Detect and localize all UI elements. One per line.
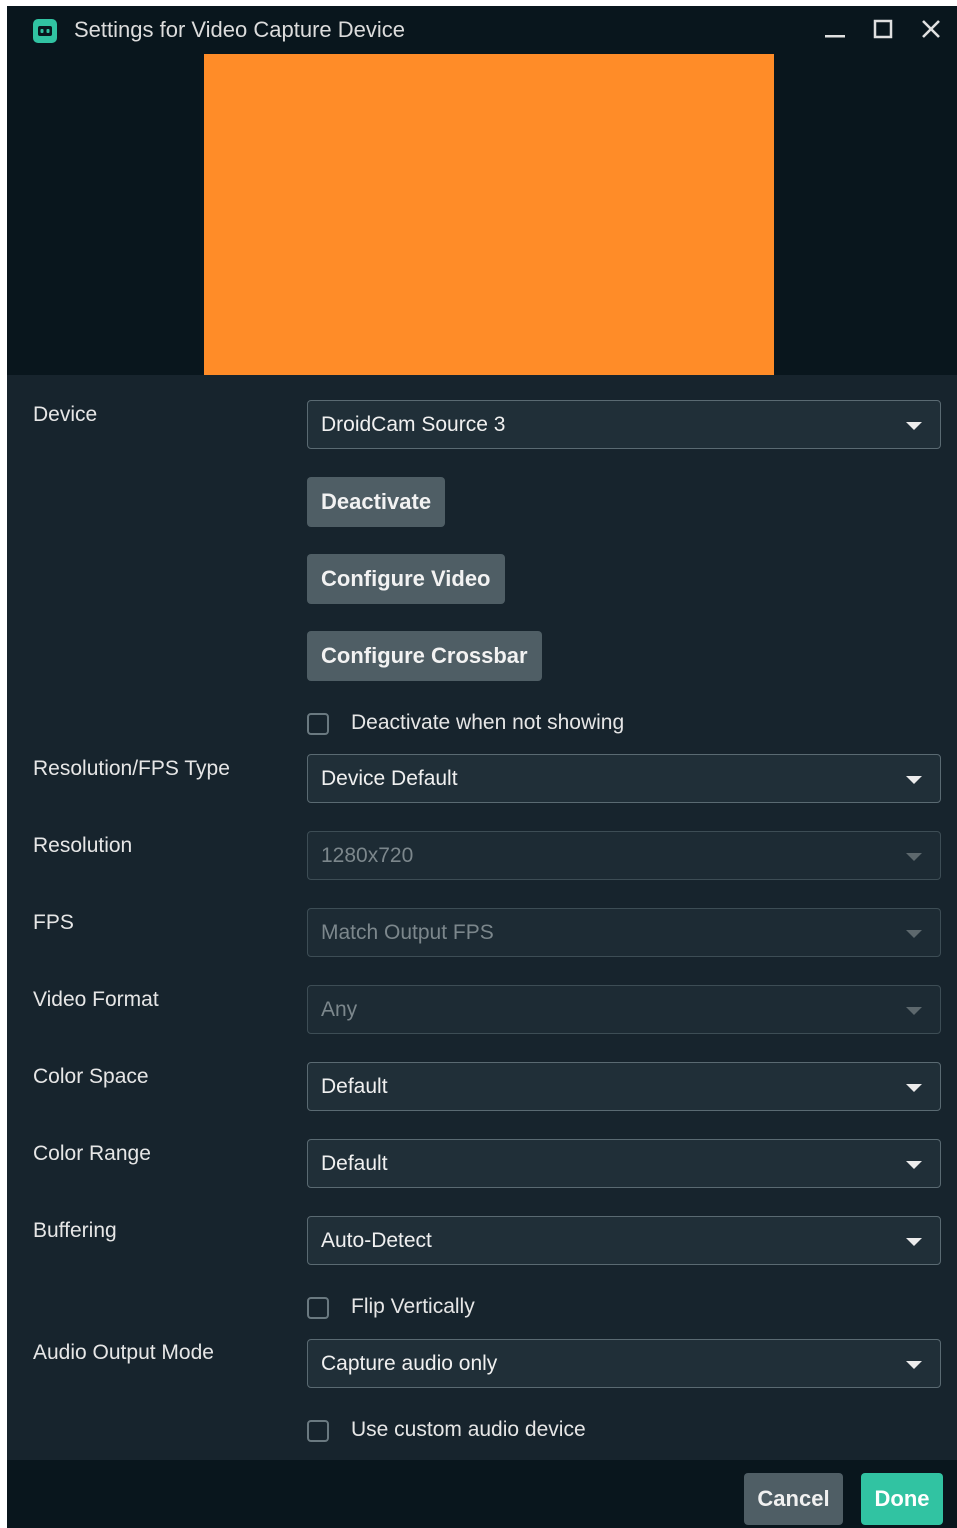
checkbox-box[interactable] [307, 1297, 329, 1319]
color-range-label: Color Range [33, 1142, 151, 1165]
cancel-button[interactable]: Cancel [744, 1473, 843, 1525]
video-format-label: Video Format [33, 988, 159, 1011]
chevron-down-icon [906, 422, 922, 430]
window-title: Settings for Video Capture Device [74, 17, 405, 42]
settings-window: Settings for Video Capture Device Device… [7, 6, 957, 1528]
chevron-down-icon [906, 1161, 922, 1169]
checkbox-box[interactable] [307, 1420, 329, 1442]
minimize-button[interactable] [819, 14, 851, 46]
color-space-label: Color Space [33, 1065, 149, 1088]
source-preview [7, 54, 957, 375]
buffering-select[interactable]: Auto-Detect [307, 1216, 941, 1265]
streamlabs-app-icon [33, 19, 57, 43]
chevron-down-icon [906, 853, 922, 861]
checkbox-box[interactable] [307, 713, 329, 735]
maximize-button[interactable] [867, 14, 899, 46]
resolution-fps-type-label: Resolution/FPS Type [33, 757, 230, 780]
device-label: Device [33, 403, 98, 426]
color-range-select[interactable]: Default [307, 1139, 941, 1188]
color-space-select[interactable]: Default [307, 1062, 941, 1111]
close-button[interactable] [915, 14, 947, 46]
fps-value: Match Output FPS [321, 921, 494, 944]
resolution-label: Resolution [33, 834, 133, 857]
resolution-fps-type-value: Device Default [321, 767, 458, 790]
color-range-value: Default [321, 1152, 388, 1175]
minimize-icon [825, 35, 845, 38]
chevron-down-icon [906, 1007, 922, 1015]
fps-select: Match Output FPS [307, 908, 941, 957]
checkbox-label: Use custom audio device [351, 1418, 586, 1441]
color-space-value: Default [321, 1075, 388, 1098]
resolution-value: 1280x720 [321, 844, 414, 867]
title-bar[interactable]: Settings for Video Capture Device [7, 6, 957, 54]
resolution-fps-type-select[interactable]: Device Default [307, 754, 941, 803]
chevron-down-icon [906, 930, 922, 938]
chevron-down-icon [906, 776, 922, 784]
configure-crossbar-button[interactable]: Configure Crossbar [307, 631, 542, 681]
buffering-label: Buffering [33, 1219, 117, 1242]
checkbox-label: Flip Vertically [351, 1295, 475, 1318]
configure-video-button[interactable]: Configure Video [307, 554, 505, 604]
audio-output-mode-value: Capture audio only [321, 1352, 498, 1375]
fps-label: FPS [33, 911, 74, 934]
done-button[interactable]: Done [861, 1473, 943, 1525]
buffering-value: Auto-Detect [321, 1229, 432, 1252]
video-format-value: Any [321, 998, 358, 1021]
chevron-down-icon [906, 1361, 922, 1369]
checkbox-label: Deactivate when not showing [351, 711, 625, 734]
maximize-icon [873, 19, 893, 39]
audio-output-mode-label: Audio Output Mode [33, 1341, 214, 1364]
close-icon [922, 20, 940, 38]
chevron-down-icon [906, 1084, 922, 1092]
resolution-select: 1280x720 [307, 831, 941, 880]
dialog-footer: Cancel Done [7, 1460, 957, 1528]
deactivate-button[interactable]: Deactivate [307, 477, 446, 527]
preview-frame [204, 54, 774, 375]
audio-output-mode-select[interactable]: Capture audio only [307, 1339, 941, 1388]
chevron-down-icon [906, 1238, 922, 1246]
device-select-value: DroidCam Source 3 [321, 413, 506, 436]
device-select[interactable]: DroidCam Source 3 [307, 400, 941, 449]
video-format-select: Any [307, 985, 941, 1034]
